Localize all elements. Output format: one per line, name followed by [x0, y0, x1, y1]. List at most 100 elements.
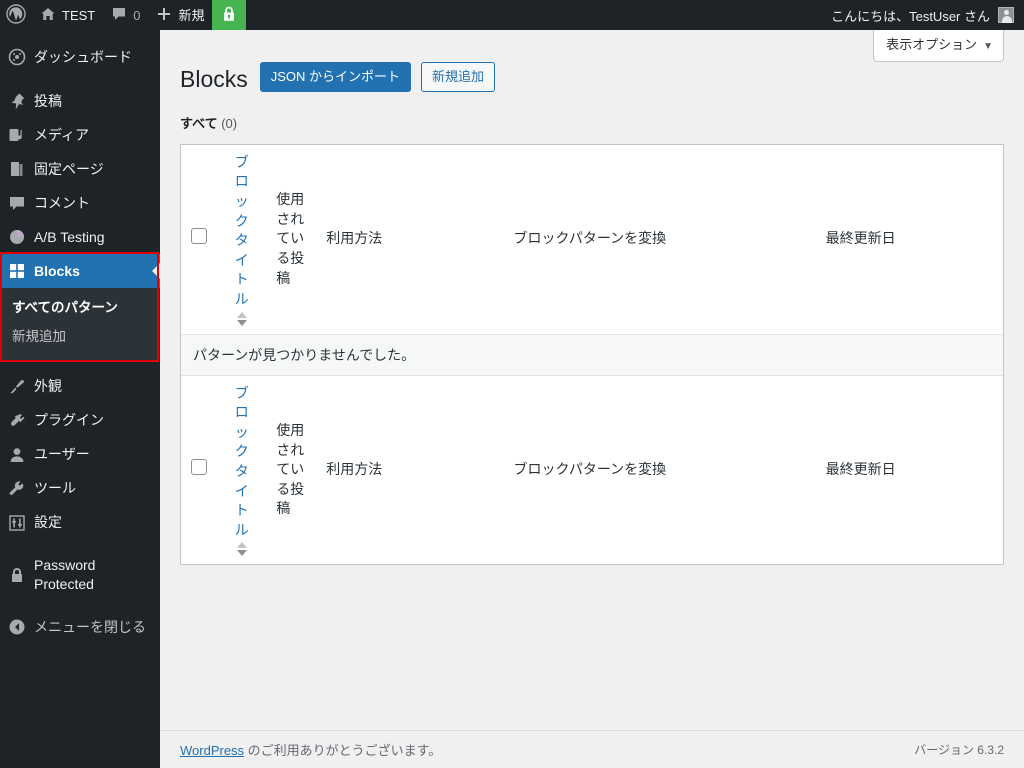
paintbrush-icon: [0, 378, 34, 396]
select-all-header: [181, 145, 225, 334]
select-all-footer-header: [181, 376, 225, 565]
sidebar-item-label: A/B Testing: [34, 228, 105, 245]
submenu-item-add-new[interactable]: 新規追加: [0, 323, 160, 352]
sidebar-item-media[interactable]: メディア: [0, 118, 160, 152]
blocks-grid-icon: [0, 262, 34, 280]
sidebar-item-dashboard[interactable]: ダッシュボード: [0, 40, 160, 74]
comments-button[interactable]: 0: [103, 0, 148, 30]
my-account-button[interactable]: こんにちは、TestUser さん: [823, 0, 1024, 30]
sliders-icon: [0, 514, 34, 532]
site-name-label: TEST: [62, 8, 96, 23]
sidebar-item-label: プラグイン: [34, 412, 104, 429]
greeting-label: こんにちは、TestUser さん: [831, 8, 990, 24]
screen-meta-links: 表示オプション ▼: [873, 30, 1004, 62]
sidebar-item-tools[interactable]: ツール: [0, 472, 160, 506]
dashboard-icon: [0, 48, 34, 66]
select-all-checkbox[interactable]: [191, 228, 207, 245]
password-protected-status-button[interactable]: [212, 0, 247, 30]
filter-all[interactable]: すべて (0): [180, 113, 1004, 132]
footer-version: バージョン 6.3.2: [914, 743, 1004, 757]
column-header-convert: ブロックパターンを変換: [513, 230, 667, 247]
sort-descending-icon[interactable]: [236, 319, 247, 326]
collapse-menu-label: メニューを閉じる: [34, 618, 146, 635]
sidebar-item-label: 投稿: [34, 92, 62, 109]
filter-all-label: すべて: [180, 115, 218, 131]
sidebar-item-blocks[interactable]: Blocks: [0, 254, 160, 288]
wordpress-logo-icon: [6, 3, 26, 27]
padlock-icon: [0, 566, 34, 584]
sort-descending-icon[interactable]: [236, 550, 247, 557]
footer-thanks-text: のご利用ありがとうございます。: [244, 743, 442, 758]
new-content-button[interactable]: 新規: [148, 0, 212, 30]
comments-count: 0: [133, 8, 141, 23]
wordpress-link[interactable]: WordPress: [180, 743, 244, 758]
media-icon: [0, 126, 34, 144]
import-from-json-button[interactable]: JSON からインポート: [259, 62, 412, 93]
select-all-checkbox-footer[interactable]: [191, 459, 207, 476]
sidebar-item-comments[interactable]: コメント: [0, 186, 160, 220]
sort-ascending-icon[interactable]: [236, 311, 247, 318]
avatar: [998, 7, 1014, 23]
content-area: 表示オプション ▼ Blocks JSON からインポート 新規追加 すべて (0…: [160, 30, 1024, 768]
collapse-arrow-icon: [0, 618, 34, 636]
page-title: Blocks: [180, 66, 248, 92]
sort-by-title-link[interactable]: ブロックタイトル: [235, 153, 257, 310]
column-header-date: 最終更新日: [825, 230, 896, 247]
sidebar-item-label: 設定: [34, 514, 62, 531]
screen-options-label: 表示オプション: [886, 37, 978, 52]
filter-all-count: (0): [221, 115, 238, 131]
comment-bubble-icon: [0, 194, 34, 212]
sort-indicators[interactable]: [235, 311, 249, 326]
table-foot: ブロックタイトル 使用されている投稿 利用方法 ブロックパターンを変換 最終更新…: [181, 376, 1003, 565]
sidebar-item-posts[interactable]: 投稿: [0, 84, 160, 118]
table-empty-message: パターンが見つかりませんでした。: [181, 333, 1003, 376]
sidebar-item-settings[interactable]: 設定: [0, 506, 160, 540]
screen-options-toggle-button[interactable]: 表示オプション ▼: [873, 30, 1004, 62]
admin-sidebar-menu: ダッシュボード 投稿 メディア 固定ページ コメント A/B Testing B…: [0, 30, 160, 768]
column-header-title[interactable]: ブロックタイトル: [225, 145, 267, 334]
sidebar-item-appearance[interactable]: 外観: [0, 370, 160, 404]
chevron-down-icon: ▼: [983, 41, 993, 52]
sidebar-item-pages[interactable]: 固定ページ: [0, 152, 160, 186]
sidebar-item-label: 外観: [34, 378, 62, 395]
sidebar-item-label: Blocks: [34, 262, 80, 279]
blocks-submenu: すべてのパターン 新規追加: [0, 288, 160, 360]
sidebar-item-password-protected[interactable]: Password Protected: [0, 550, 160, 600]
page-wrap: Blocks JSON からインポート 新規追加 すべて (0) ブロックタイト…: [160, 30, 1024, 566]
collapse-menu-button[interactable]: メニューを閉じる: [0, 610, 160, 644]
sort-indicators-footer[interactable]: [235, 542, 249, 557]
submenu-pointer-icon: [152, 263, 160, 279]
comment-bubble-icon: [111, 6, 127, 25]
admin-bar: TEST 0 新規 こんにちは、TestUser さん: [0, 0, 1024, 30]
sidebar-item-label: 固定ページ: [34, 160, 104, 177]
new-content-label: 新規: [178, 8, 205, 23]
patterns-table: ブロックタイトル 使用されている投稿 利用方法 ブロックパターンを変換 最終更新…: [180, 143, 1004, 566]
column-footer-posts: 使用されている投稿: [276, 422, 305, 517]
sidebar-item-ab-testing[interactable]: A/B Testing: [0, 220, 160, 254]
column-header-posts: 使用されている投稿: [276, 191, 305, 286]
table-header-row: ブロックタイトル 使用されている投稿 利用方法 ブロックパターンを変換 最終更新…: [181, 145, 1003, 334]
sidebar-item-label: ツール: [34, 480, 76, 497]
sidebar-item-plugins[interactable]: プラグイン: [0, 404, 160, 438]
user-icon: [0, 446, 34, 464]
submenu-item-all-patterns[interactable]: すべてのパターン: [0, 294, 160, 323]
table-body: パターンが見つかりませんでした。: [181, 333, 1003, 376]
sidebar-item-label: ダッシュボード: [34, 48, 132, 65]
plus-icon: [156, 6, 172, 25]
column-footer-title[interactable]: ブロックタイトル: [225, 376, 267, 565]
table-empty-row: パターンが見つかりませんでした。: [181, 333, 1003, 376]
add-new-button[interactable]: 新規追加: [421, 62, 496, 93]
sidebar-item-users[interactable]: ユーザー: [0, 438, 160, 472]
admin-footer: WordPress のご利用ありがとうございます。 バージョン 6.3.2: [160, 730, 1024, 768]
site-name-button[interactable]: TEST: [32, 0, 103, 30]
sort-by-title-link-footer[interactable]: ブロックタイトル: [235, 384, 257, 541]
wrench-icon: [0, 480, 34, 498]
footer-thanks: WordPress のご利用ありがとうございます。: [180, 740, 441, 759]
plug-icon: [0, 412, 34, 430]
pages-icon: [0, 160, 34, 178]
wordpress-logo-button[interactable]: [0, 0, 32, 30]
table-footer-row: ブロックタイトル 使用されている投稿 利用方法 ブロックパターンを変換 最終更新…: [181, 376, 1003, 565]
sidebar-item-label: Password Protected: [34, 556, 96, 592]
sort-ascending-icon[interactable]: [236, 542, 247, 549]
column-footer-date: 最終更新日: [825, 461, 896, 478]
